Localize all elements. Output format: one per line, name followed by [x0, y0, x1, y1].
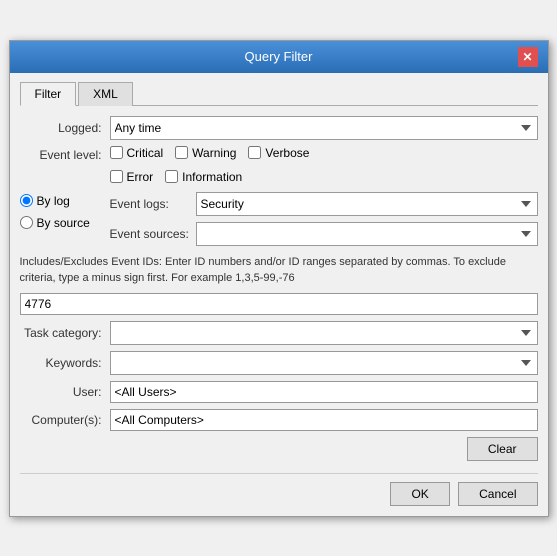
user-input-container [110, 381, 538, 403]
by-log-radio[interactable] [20, 194, 33, 207]
logged-dropdown-container: Any time Last hour Last 12 hours Last 24… [110, 116, 538, 140]
keywords-dropdown[interactable] [110, 351, 538, 375]
event-id-row [20, 293, 538, 315]
ok-button[interactable]: OK [390, 482, 450, 506]
computers-label: Computer(s): [20, 413, 110, 427]
warning-checkbox-label[interactable]: Warning [175, 146, 236, 160]
task-category-label: Task category: [20, 326, 110, 340]
event-level-label: Event level: [20, 148, 110, 162]
user-input[interactable] [110, 381, 538, 403]
computers-row: Computer(s): [20, 409, 538, 431]
event-sources-label: Event sources: [110, 227, 190, 241]
clear-row: Clear [20, 437, 538, 461]
tab-bar: Filter XML [20, 81, 538, 106]
query-filter-dialog: Query Filter ✕ Filter XML Logged: Any ti… [9, 40, 549, 517]
event-id-input[interactable] [20, 293, 538, 315]
error-checkbox-label[interactable]: Error [110, 170, 154, 184]
tab-filter[interactable]: Filter [20, 82, 77, 106]
title-bar: Query Filter ✕ [10, 41, 548, 73]
event-level-row: Event level: Critical Warning Verbose [20, 146, 538, 164]
information-checkbox[interactable] [165, 170, 178, 183]
task-category-dropdown[interactable] [110, 321, 538, 345]
event-sources-dropdown-container [196, 222, 538, 246]
keywords-label: Keywords: [20, 356, 110, 370]
keywords-dropdown-container [110, 351, 538, 375]
error-checkbox[interactable] [110, 170, 123, 183]
computers-input-container [110, 409, 538, 431]
by-log-radio-label[interactable]: By log [20, 194, 110, 208]
by-source-radio[interactable] [20, 216, 33, 229]
warning-label: Warning [192, 146, 236, 160]
radio-col: By log By source [20, 192, 110, 246]
verbose-checkbox[interactable] [248, 146, 261, 159]
error-label: Error [127, 170, 154, 184]
description-text: Includes/Excludes Event IDs: Enter ID nu… [20, 254, 538, 287]
event-logs-row: Event logs: Security Application System [110, 192, 538, 216]
tab-xml[interactable]: XML [78, 82, 133, 106]
keywords-row: Keywords: [20, 351, 538, 375]
user-label: User: [20, 385, 110, 399]
clear-button[interactable]: Clear [467, 437, 538, 461]
event-sources-dropdown[interactable] [196, 222, 538, 246]
task-category-dropdown-container [110, 321, 538, 345]
close-button[interactable]: ✕ [518, 47, 538, 67]
warning-checkbox[interactable] [175, 146, 188, 159]
dialog-title: Query Filter [40, 49, 518, 64]
critical-checkbox-label[interactable]: Critical [110, 146, 164, 160]
information-label: Information [182, 170, 242, 184]
logged-label: Logged: [20, 121, 110, 135]
by-source-radio-label[interactable]: By source [20, 216, 110, 230]
event-logs-label: Event logs: [110, 197, 190, 211]
dialog-body: Filter XML Logged: Any time Last hour La… [10, 73, 548, 516]
logged-dropdown[interactable]: Any time Last hour Last 12 hours Last 24… [110, 116, 538, 140]
radio-section: By log By source Event logs: Security Ap… [20, 192, 538, 246]
bottom-buttons: OK Cancel [20, 473, 538, 506]
verbose-label: Verbose [265, 146, 309, 160]
task-category-row: Task category: [20, 321, 538, 345]
event-level-row2: Error Information [110, 170, 538, 184]
event-level-checkboxes-row1: Critical Warning Verbose [110, 146, 538, 160]
critical-checkbox[interactable] [110, 146, 123, 159]
critical-label: Critical [127, 146, 164, 160]
user-row: User: [20, 381, 538, 403]
event-sources-row: Event sources: [110, 222, 538, 246]
event-level-checkboxes-row2: Error Information [110, 170, 243, 184]
by-source-label: By source [37, 216, 90, 230]
cancel-button[interactable]: Cancel [458, 482, 537, 506]
computers-input[interactable] [110, 409, 538, 431]
event-logs-dropdown[interactable]: Security Application System [196, 192, 538, 216]
verbose-checkbox-label[interactable]: Verbose [248, 146, 309, 160]
by-log-label: By log [37, 194, 70, 208]
radio-fields: Event logs: Security Application System … [110, 192, 538, 246]
event-logs-dropdown-container: Security Application System [196, 192, 538, 216]
information-checkbox-label[interactable]: Information [165, 170, 242, 184]
logged-row: Logged: Any time Last hour Last 12 hours… [20, 116, 538, 140]
